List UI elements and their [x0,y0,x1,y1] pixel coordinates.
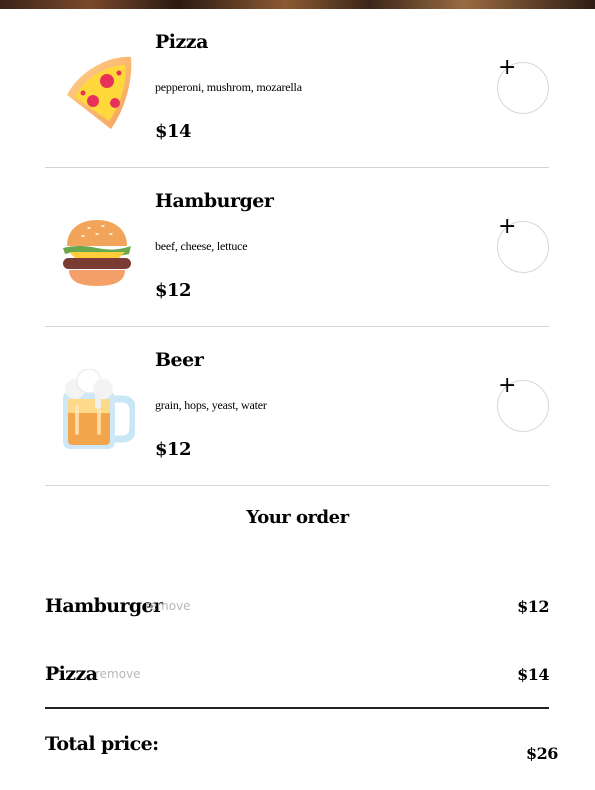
menu-item-pizza: Pizza pepperoni, mushrom, mozarella $14 … [45,9,549,168]
order-title: Your order [246,507,349,528]
order-item-price: $12 [517,597,549,616]
total-price-value: $26 [526,744,558,763]
item-name: Pizza [155,31,208,53]
item-ingredients: pepperoni, mushrom, mozarella [155,80,302,94]
total-price-label: Total price: [45,733,159,755]
order-item-name: Pizza [45,663,98,685]
order-divider [45,707,549,709]
beer-icon [63,369,135,449]
remove-button[interactable]: remove [95,667,141,681]
item-ingredients: grain, hops, yeast, water [155,398,267,412]
remove-button[interactable]: remove [145,599,191,613]
plus-icon[interactable]: + [498,216,516,238]
item-ingredients: beef, cheese, lettuce [155,239,248,253]
menu-list: Pizza pepperoni, mushrom, mozarella $14 … [45,9,549,486]
item-price: $12 [155,280,192,301]
menu-item-hamburger: Hamburger beef, cheese, lettuce $12 + [45,168,549,327]
plus-icon[interactable]: + [498,375,516,397]
order-item-price: $14 [517,665,549,684]
hero-image-strip [0,0,595,9]
item-price: $12 [155,439,192,460]
item-name: Beer [155,349,204,371]
menu-item-beer: Beer grain, hops, yeast, water $12 + [45,327,549,486]
hamburger-icon [63,220,131,286]
plus-icon[interactable]: + [498,57,516,79]
order-row-pizza: Pizza remove $14 [45,663,549,693]
pizza-icon [67,56,132,130]
item-price: $14 [155,121,192,142]
order-row-hamburger: Hamburger remove $12 [45,595,549,625]
item-name: Hamburger [155,190,274,212]
